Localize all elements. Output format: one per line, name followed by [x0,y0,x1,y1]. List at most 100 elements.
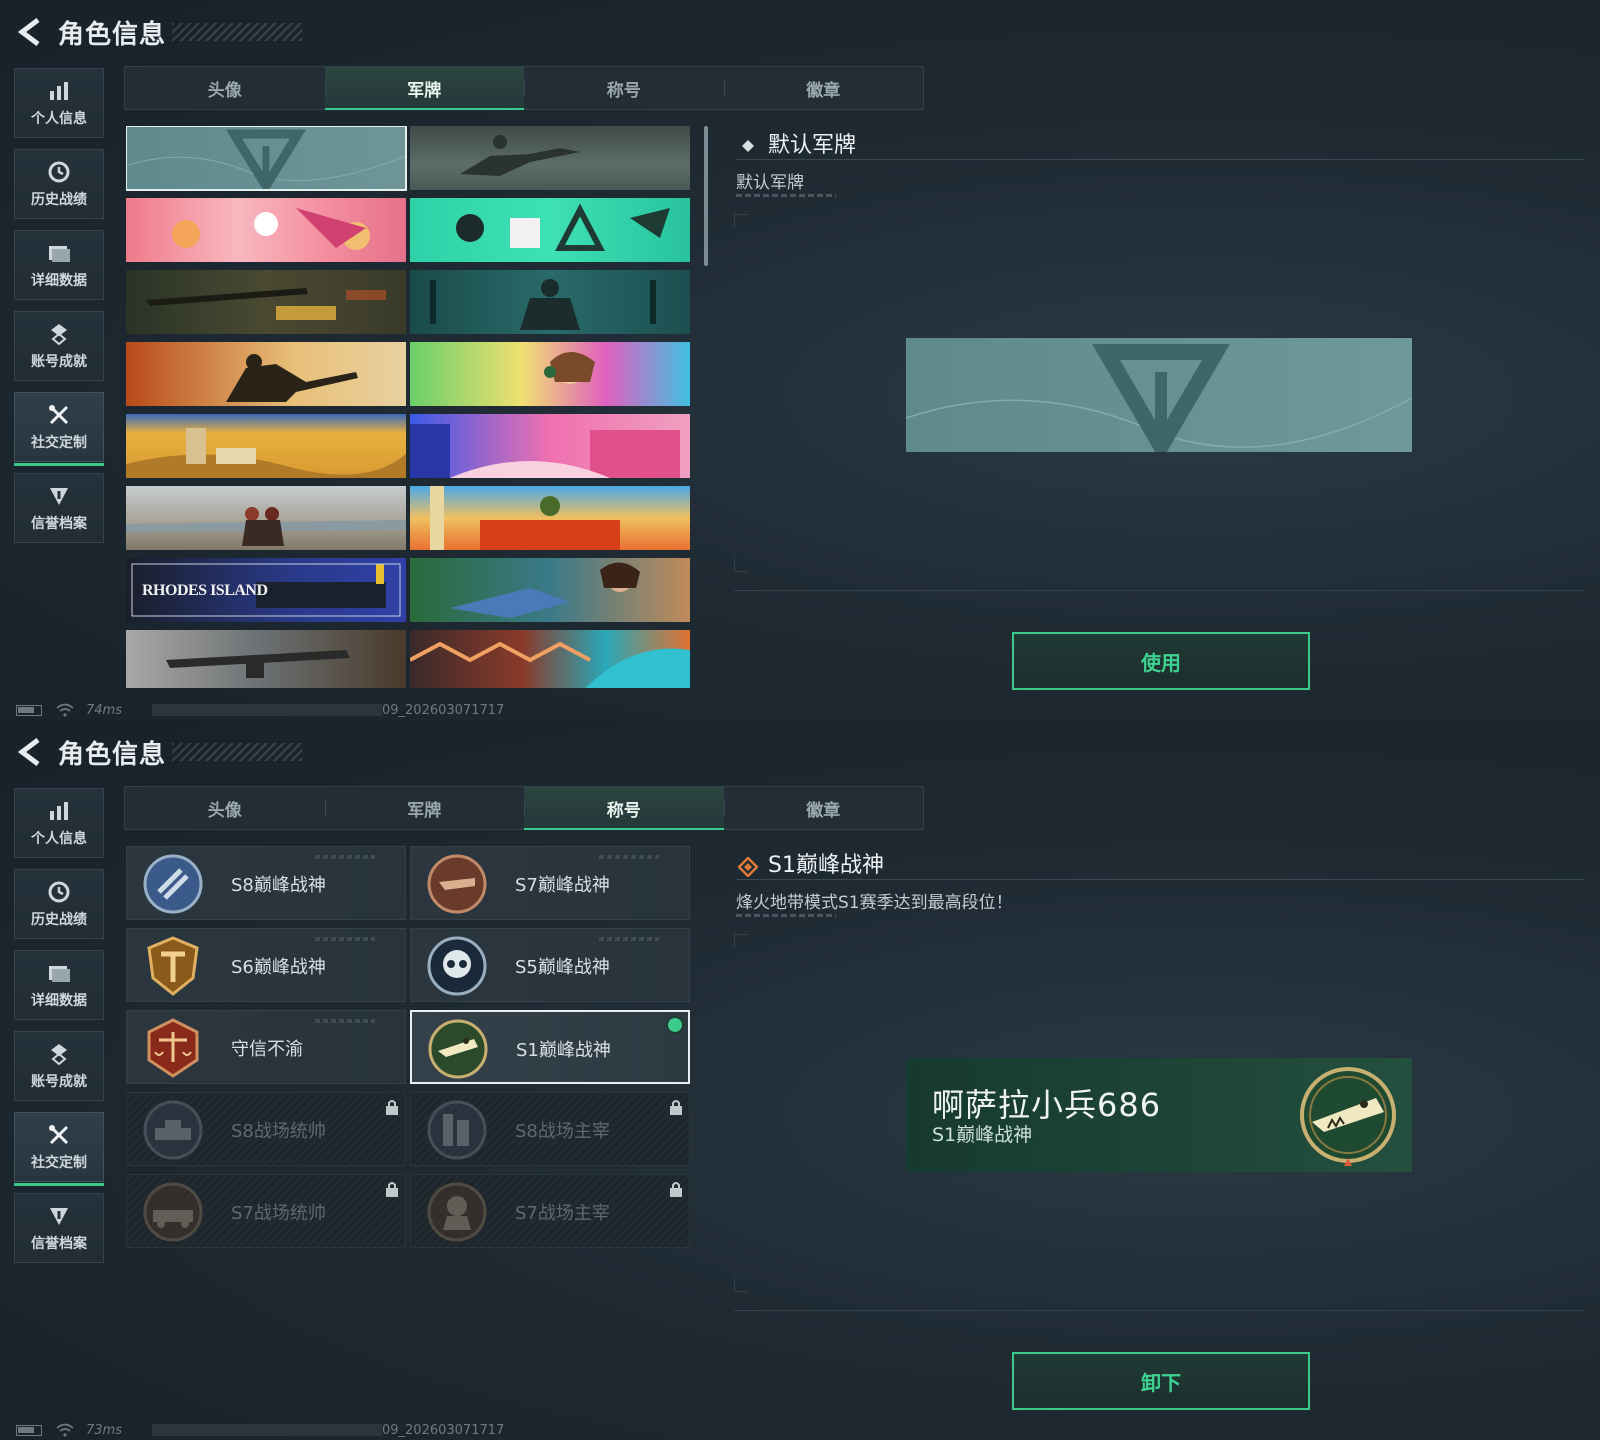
back-arrow-icon[interactable] [16,17,44,47]
surreal-illustration [126,428,406,478]
title-name: S6巅峰战神 [231,957,326,978]
sidebar-item-social-custom[interactable]: 社交定制 [14,392,104,466]
diamond-icon [742,137,754,152]
plate-music-girl[interactable] [410,342,690,406]
sidebar-item-social-custom[interactable]: 社交定制 [14,1112,104,1186]
tab-military-plate[interactable]: 军牌 [324,67,524,110]
unequip-button[interactable]: 卸下 [1012,1352,1310,1410]
title-item[interactable]: S8巅峰战神 [126,846,406,920]
market-illustration [430,486,620,550]
tab-avatar[interactable]: 头像 [125,787,325,829]
plate-desert-surreal[interactable] [126,414,406,478]
ping-value: 73ms [86,1422,122,1438]
graffiti-illustration [456,203,670,251]
plate-default[interactable] [126,126,407,191]
plate-green-graffiti[interactable] [410,198,690,262]
weapons-illustration [146,288,386,320]
sidebar-item-label: 历史战绩 [31,912,87,928]
plate-gym[interactable] [410,270,690,334]
plate-beach[interactable] [126,486,406,550]
title-decoration [315,855,375,859]
frame-divider [734,1310,1584,1311]
sidebar-item-label: 信誉档案 [31,516,87,532]
folder-icon [46,240,72,266]
plate-desert-soldiers[interactable] [126,342,406,406]
detail-title: 默认军牌 [768,132,857,158]
folder-icon [46,960,72,986]
sidebar-item-achievements[interactable]: 账号成就 [14,311,104,381]
city-illustration [410,424,680,478]
frame-corner [734,934,748,948]
lock-icon [386,1182,398,1197]
title-name: S7战场主宰 [515,1203,610,1224]
soldiers-illustration [226,354,358,402]
sidebar-item-label: 社交定制 [31,1155,87,1171]
plate-preview [906,338,1412,452]
plate-market[interactable] [410,486,690,550]
gym-illustration [430,279,656,330]
sidebar-item-detailed-data[interactable]: 详细数据 [14,950,104,1020]
use-button[interactable]: 使用 [1012,632,1310,690]
sidebar-item-history[interactable]: 历史战绩 [14,149,104,219]
title-item[interactable]: S5巅峰战神 [410,928,690,1002]
title-item-selected[interactable]: S1巅峰战神 [410,1010,690,1084]
build-bar [151,1424,382,1436]
plate-rhodes-island[interactable]: RHODES ISLAND [126,558,406,622]
title-item[interactable]: S7巅峰战神 [410,846,690,920]
title-diamond-icon [737,855,759,878]
ping-value: 74ms [86,702,122,718]
plate-cats[interactable] [126,198,406,262]
plate-weapons[interactable] [126,270,406,334]
shield-arrow-icon [46,483,72,509]
sidebar-item-reputation[interactable]: 信誉档案 [14,473,104,543]
s5-skull-medal-icon [427,936,487,996]
scrollbar[interactable] [704,126,708,266]
tab-title[interactable]: 称号 [524,67,724,109]
title-name: 守信不渝 [231,1039,303,1060]
title-decoration [315,937,375,941]
title-name: S7巅峰战神 [515,875,610,896]
title-item-locked[interactable]: S7战场统帅 [126,1174,406,1248]
plate-sniper[interactable] [410,126,690,190]
tab-military-plate[interactable]: 军牌 [324,787,525,829]
plate-pink-city[interactable] [410,414,690,478]
title-item-locked[interactable]: S8战场主宰 [410,1092,690,1166]
title-item-locked[interactable]: S7战场主宰 [410,1174,690,1248]
tab-badge[interactable]: 徽章 [723,787,924,829]
tools-icon [46,402,72,428]
title-item-locked[interactable]: S8战场统帅 [126,1092,406,1166]
tab-badge[interactable]: 徽章 [723,67,924,109]
sidebar-item-reputation[interactable]: 信誉档案 [14,1193,104,1263]
tab-title[interactable]: 称号 [524,787,724,830]
screen-military-plate: 角色信息 个人信息 历史战绩 详细数据 账号成就 社交定制 信誉档案 头像 军牌… [0,0,1600,720]
mechanic-illustration [450,562,640,618]
title-decoration [599,937,659,941]
plate-rifle[interactable] [126,630,406,688]
tab-avatar[interactable]: 头像 [125,67,325,109]
back-arrow-icon[interactable] [16,737,44,767]
build-bar [151,704,382,716]
vehicle-medal-icon [143,1182,203,1242]
sidebar-item-personal-info[interactable]: 个人信息 [14,788,104,858]
sidebar-item-achievements[interactable]: 账号成就 [14,1031,104,1101]
s7-medal-icon [427,854,487,914]
sidebar-item-personal-info[interactable]: 个人信息 [14,68,104,138]
build-id: 09_202603071717 [381,1422,505,1438]
header: 角色信息 [16,734,303,770]
tab-bar: 头像 军牌 称号 徽章 [124,66,924,110]
plate-tribal-pattern[interactable] [410,630,690,688]
sidebar-item-label: 个人信息 [31,111,87,127]
scales-medal-icon [147,1018,199,1078]
sidebar-item-history[interactable]: 历史战绩 [14,869,104,939]
plate-text: RHODES ISLAND [142,582,268,599]
plate-mechanic-girl[interactable] [410,558,690,622]
lock-icon [670,1182,682,1197]
bar-chart-icon [46,78,72,104]
title-item[interactable]: 守信不渝 [126,1010,406,1084]
sidebar-item-detailed-data[interactable]: 详细数据 [14,230,104,300]
shield-arrow-icon [46,1203,72,1229]
title-item[interactable]: S6巅峰战神 [126,928,406,1002]
sniper-silhouette [460,135,580,176]
header: 角色信息 [16,14,303,50]
plate-grid: RHODES ISLAND [126,126,698,688]
